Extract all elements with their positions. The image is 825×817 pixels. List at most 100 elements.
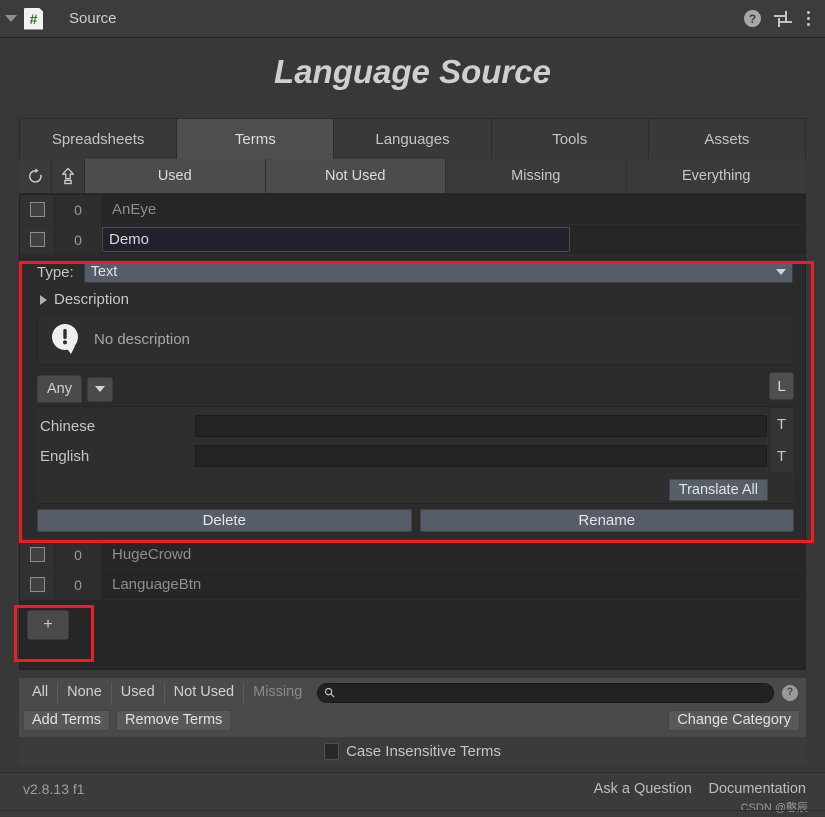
tab-assets[interactable]: Assets <box>648 118 807 159</box>
select-not-used-button[interactable]: Not Used <box>163 682 243 703</box>
select-all-button[interactable]: All <box>23 682 57 703</box>
row-checkbox-cell[interactable] <box>20 225 55 254</box>
tab-languages[interactable]: Languages <box>334 118 492 159</box>
translation-input-chinese[interactable] <box>195 415 767 437</box>
terms-actions-row: Add Terms Remove Terms Change Category <box>19 707 806 733</box>
export-upload-icon <box>62 167 74 185</box>
documentation-link[interactable]: Documentation <box>708 781 806 797</box>
case-insensitive-row[interactable]: Case Insensitive Terms <box>19 737 806 765</box>
ask-a-question-link[interactable]: Ask a Question <box>594 781 692 797</box>
any-dropdown-button[interactable] <box>87 376 113 402</box>
row-checkbox[interactable] <box>29 202 45 217</box>
type-dropdown[interactable]: Text <box>83 261 793 283</box>
table-row[interactable]: 0 LanguageBtn <box>20 570 805 600</box>
kebab-menu-icon[interactable] <box>805 11 811 26</box>
refresh-button[interactable] <box>19 159 52 193</box>
row-term-name-cell[interactable] <box>102 227 805 252</box>
preset-icon[interactable] <box>774 10 792 28</box>
add-terms-button[interactable]: Add Terms <box>23 709 111 731</box>
refresh-icon <box>28 167 42 183</box>
rename-button[interactable]: Rename <box>419 509 794 532</box>
filter-not-used[interactable]: Not Used <box>265 159 446 193</box>
version-label: v2.8.13 f1 <box>23 781 85 797</box>
terms-filter-bar: Used Not Used Missing Everything <box>19 159 806 194</box>
type-label: Type: <box>37 263 74 281</box>
alert-bubble-icon <box>52 324 78 354</box>
add-term-button[interactable]: + <box>27 610 69 640</box>
change-category-button[interactable]: Change Category <box>668 709 800 731</box>
footer-divider <box>0 810 825 811</box>
case-insensitive-checkbox[interactable] <box>324 742 340 760</box>
translate-side-buttons: T T <box>769 407 794 473</box>
terms-list[interactable]: 0 AnEye 0 Type: Text Descrip <box>19 194 806 670</box>
delete-button[interactable]: Delete <box>37 509 412 532</box>
foldout-toggle[interactable] <box>0 0 22 37</box>
selection-filter-row: All None Used Not Used Missing ? <box>19 678 806 707</box>
row-checkbox[interactable] <box>29 577 45 592</box>
filter-missing[interactable]: Missing <box>446 159 627 193</box>
translate-all-row: Translate All <box>37 477 794 504</box>
translations-block: Chinese English T T <box>37 406 794 477</box>
row-term-name[interactable]: AnEye <box>102 201 805 218</box>
type-dropdown-value: Text <box>90 264 118 280</box>
translation-row: English <box>37 441 794 471</box>
translate-button-chinese[interactable]: T <box>770 408 793 440</box>
inspector-window: # Source ? Language Source Spreadsheets … <box>0 0 825 817</box>
filter-used[interactable]: Used <box>85 159 266 193</box>
triangle-right-icon <box>40 294 47 305</box>
case-insensitive-label: Case Insensitive Terms <box>346 742 501 760</box>
term-name-input[interactable] <box>102 227 570 252</box>
table-row[interactable]: 0 AnEye <box>20 195 805 225</box>
toggle-language-button[interactable]: L <box>769 372 794 400</box>
no-description-box: No description <box>37 313 794 365</box>
term-detail-panel: Type: Text Description No description An… <box>20 255 805 540</box>
language-name: Chinese <box>40 417 96 435</box>
description-foldout[interactable]: Description <box>20 287 805 312</box>
row-count: 0 <box>55 570 102 599</box>
row-checkbox-cell[interactable] <box>20 195 55 224</box>
language-filter-row: Any L <box>37 372 794 406</box>
add-term-area: + <box>20 600 805 650</box>
component-title: Source <box>69 10 117 27</box>
row-term-name[interactable]: HugeCrowd <box>102 546 805 563</box>
table-row[interactable]: 0 HugeCrowd <box>20 540 805 570</box>
tab-spreadsheets[interactable]: Spreadsheets <box>19 118 178 159</box>
translation-input-english[interactable] <box>195 445 767 467</box>
row-checkbox[interactable] <box>29 232 45 247</box>
any-button[interactable]: Any <box>37 375 82 403</box>
select-none-button[interactable]: None <box>57 682 111 703</box>
help-icon[interactable]: ? <box>744 10 761 27</box>
filter-everything[interactable]: Everything <box>627 159 807 193</box>
triangle-down-icon <box>5 15 17 22</box>
script-icon-glyph: # <box>29 10 38 27</box>
row-checkbox-cell[interactable] <box>20 540 55 569</box>
row-count: 0 <box>55 540 102 569</box>
search-field[interactable] <box>317 682 774 703</box>
type-row: Type: Text <box>20 255 805 287</box>
table-row-selected[interactable]: 0 <box>20 225 805 255</box>
select-used-button[interactable]: Used <box>110 682 164 703</box>
no-description-text: No description <box>94 330 190 348</box>
search-icon <box>325 687 335 698</box>
page-title: Language Source <box>274 53 551 90</box>
row-checkbox[interactable] <box>29 547 45 562</box>
row-checkbox-cell[interactable] <box>20 570 55 599</box>
translate-button-english[interactable]: T <box>770 440 793 472</box>
bottom-help-icon[interactable]: ? <box>782 684 798 701</box>
tab-tools[interactable]: Tools <box>491 118 649 159</box>
translation-row: Chinese <box>37 411 794 441</box>
tab-terms[interactable]: Terms <box>177 118 335 159</box>
component-header: # Source ? <box>0 0 825 38</box>
remove-terms-button[interactable]: Remove Terms <box>116 709 232 731</box>
select-missing-button[interactable]: Missing <box>243 682 311 703</box>
translate-all-button[interactable]: Translate All <box>668 479 768 501</box>
script-icon: # <box>24 7 43 30</box>
detail-actions: Delete Rename <box>20 504 805 539</box>
search-input[interactable] <box>335 684 773 701</box>
language-name: English <box>40 447 90 465</box>
chevron-down-icon <box>776 269 786 275</box>
row-term-name[interactable]: LanguageBtn <box>102 576 805 593</box>
export-button[interactable] <box>52 159 85 193</box>
watermark: CSDN @憨辰 <box>740 802 808 814</box>
row-count: 0 <box>55 225 102 254</box>
